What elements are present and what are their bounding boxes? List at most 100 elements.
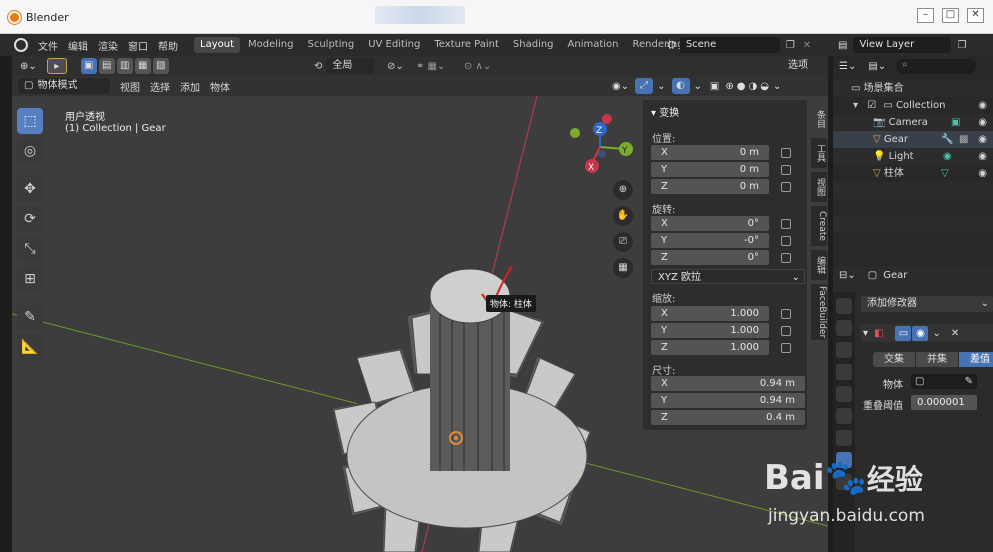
camera-data-icon[interactable]: ▣ [951,114,960,131]
lock-scale-z-icon[interactable] [781,343,791,353]
blender-menu-icon[interactable] [14,38,28,52]
dimensions-y-field[interactable]: Y 0.94 m [651,393,805,408]
shading-rendered-icon[interactable]: ◒ [760,81,769,92]
measure-tool-icon[interactable]: 📐 [17,334,43,360]
scale-x-field[interactable]: X 1.000 [651,306,769,321]
render-props-icon[interactable] [836,320,852,336]
copy-icon[interactable]: ❐ [786,40,795,51]
menu-file[interactable]: 文件 [38,38,58,53]
select-intersect-icon[interactable]: ▧ [152,58,169,74]
outliner-item-cylinder[interactable]: ▽ 柱体 ▽ ◉ [833,165,993,182]
shading-material-icon[interactable]: ◑ [748,81,757,92]
orientation-value[interactable]: 全局 [326,58,375,74]
op-intersect-button[interactable]: 交集 [873,352,915,367]
select-tool-icon[interactable]: ⬚ [17,108,43,134]
tab-shading[interactable]: Shading [507,37,560,53]
lock-scale-x-icon[interactable] [781,309,791,319]
outliner-item-gear[interactable]: ▽ Gear 🔧 ▩ ◉ [833,131,993,148]
location-z-field[interactable]: Z0 m [651,179,769,194]
orientation-dropdown[interactable]: ⟲ 全局 [314,58,375,74]
mesh-data-icon[interactable]: ▩ [959,131,968,148]
perspective-grid-icon[interactable]: ▦ [613,258,633,278]
menu-edit[interactable]: 编辑 [68,38,88,53]
gizmo-dropdown-icon[interactable]: ⌄ [657,81,665,92]
gizmo-toggle-icon[interactable]: ⤢ [635,78,654,94]
viewport-menu-add[interactable]: 添加 [180,79,200,94]
menu-render[interactable]: 渲染 [98,38,118,53]
sidebar-tab-create[interactable]: Create [811,206,827,246]
move-tool-icon[interactable]: ✥ [17,176,43,202]
viewport-menu-select[interactable]: 选择 [150,79,170,94]
lock-scale-y-icon[interactable] [781,326,791,336]
tool-props-icon[interactable] [836,298,852,314]
zoom-icon[interactable]: ⊕ [613,180,633,200]
lock-rotation-y-icon[interactable] [781,236,791,246]
viewlayer-copy-icon[interactable]: ❐ [957,40,966,51]
gear-visibility-icon[interactable]: ◉ [978,131,987,148]
lock-location-x-icon[interactable] [781,148,791,158]
tab-animation[interactable]: Animation [562,37,625,53]
properties-editor-type-icon[interactable]: ⊟⌄ [839,270,856,281]
collection-visibility-icon[interactable]: ◉ [978,97,987,114]
sidebar-tab-item[interactable]: 条目 [811,104,827,134]
pivot-dropdown-icon[interactable]: ⊘⌄ [387,61,404,72]
select-subtract-icon[interactable]: ▥ [116,58,133,74]
camera-view-icon[interactable]: ⎚ [613,232,633,252]
proportional-edit-icon[interactable]: ⊙ ∧⌄ [464,61,491,72]
scene-name-field[interactable]: Scene [679,37,780,53]
scale-z-field[interactable]: Z 1.000 [651,340,769,355]
menu-help[interactable]: 帮助 [158,38,178,53]
sidebar-tab-tool[interactable]: 工具 [811,138,827,168]
options-dropdown[interactable]: 选项 [782,58,820,74]
rotation-y-field[interactable]: Y -0° [651,233,769,248]
select-extend-icon[interactable]: ▤ [98,58,115,74]
location-y-field[interactable]: Y0 m [651,162,769,177]
lock-location-z-icon[interactable] [781,182,791,192]
rotation-x-field[interactable]: X 0° [651,216,769,231]
minimize-button[interactable]: – [917,8,934,23]
tab-texture-paint[interactable]: Texture Paint [428,37,505,53]
light-data-icon[interactable]: ◉ [943,148,952,165]
light-visibility-icon[interactable]: ◉ [978,148,987,165]
viewlayer-name-field[interactable]: View Layer [853,37,952,53]
transform-tool-icon[interactable]: ⊞ [17,266,43,292]
pan-hand-icon[interactable]: ✋ [613,206,633,226]
mode-dropdown[interactable]: ▢ 物体模式 [18,78,110,94]
annotate-tool-icon[interactable]: ✎ [17,304,43,330]
lock-rotation-x-icon[interactable] [781,219,791,229]
lock-location-y-icon[interactable] [781,165,791,175]
world-props-icon[interactable] [836,408,852,424]
shading-solid-icon[interactable]: ● [737,81,746,92]
camera-visibility-icon[interactable]: ◉ [978,114,987,131]
select-invert-icon[interactable]: ▦ [134,58,151,74]
lock-rotation-z-icon[interactable] [781,253,791,263]
scale-tool-icon[interactable]: ⤡ [17,236,43,262]
outliner-item-camera[interactable]: 📷 Camera ▣ ◉ [833,114,993,131]
outliner-search-input[interactable]: ⌕ [896,59,977,74]
cursor-tool-icon[interactable]: ◎ [17,138,43,164]
modifier-collapse-icon[interactable]: ▾ [863,328,868,339]
viewport-menu-view[interactable]: 视图 [120,79,140,94]
outliner-scene-collection[interactable]: ▭ 场景集合 [833,80,993,97]
display-mode-icon[interactable]: ▤⌄ [868,61,886,72]
tab-uv-editing[interactable]: UV Editing [362,37,426,53]
visibility-eye-icon[interactable]: ◉⌄ [612,81,629,92]
eyedropper-icon[interactable]: ✎ [965,374,973,389]
checkbox-icon[interactable]: ☑ [867,100,876,111]
dimensions-x-field[interactable]: X 0.94 m [651,376,805,391]
expand-chevron-icon[interactable]: ▾ [853,100,858,111]
overlay-toggle-icon[interactable]: ◐ [671,78,690,94]
select-new-icon[interactable]: ▣ [80,58,97,74]
viewport-menu-object[interactable]: 物体 [210,79,230,94]
transform-panel-header[interactable]: ▾ 变换 [651,104,679,119]
sidebar-tab-view[interactable]: 视图 [811,172,827,202]
scale-y-field[interactable]: Y 1.000 [651,323,769,338]
show-render-icon[interactable]: ◉ [912,325,929,341]
overlap-threshold-field[interactable]: 0.000001 [911,395,977,410]
outliner-item-light[interactable]: 💡 Light ◉ ◉ [833,148,993,165]
scene-props-icon[interactable] [836,386,852,402]
modifier-wrench-icon[interactable]: 🔧 [941,131,953,148]
xray-toggle-icon[interactable]: ▣ [710,81,719,92]
op-difference-button[interactable]: 差值 [959,352,993,367]
tab-modeling[interactable]: Modeling [242,37,300,53]
